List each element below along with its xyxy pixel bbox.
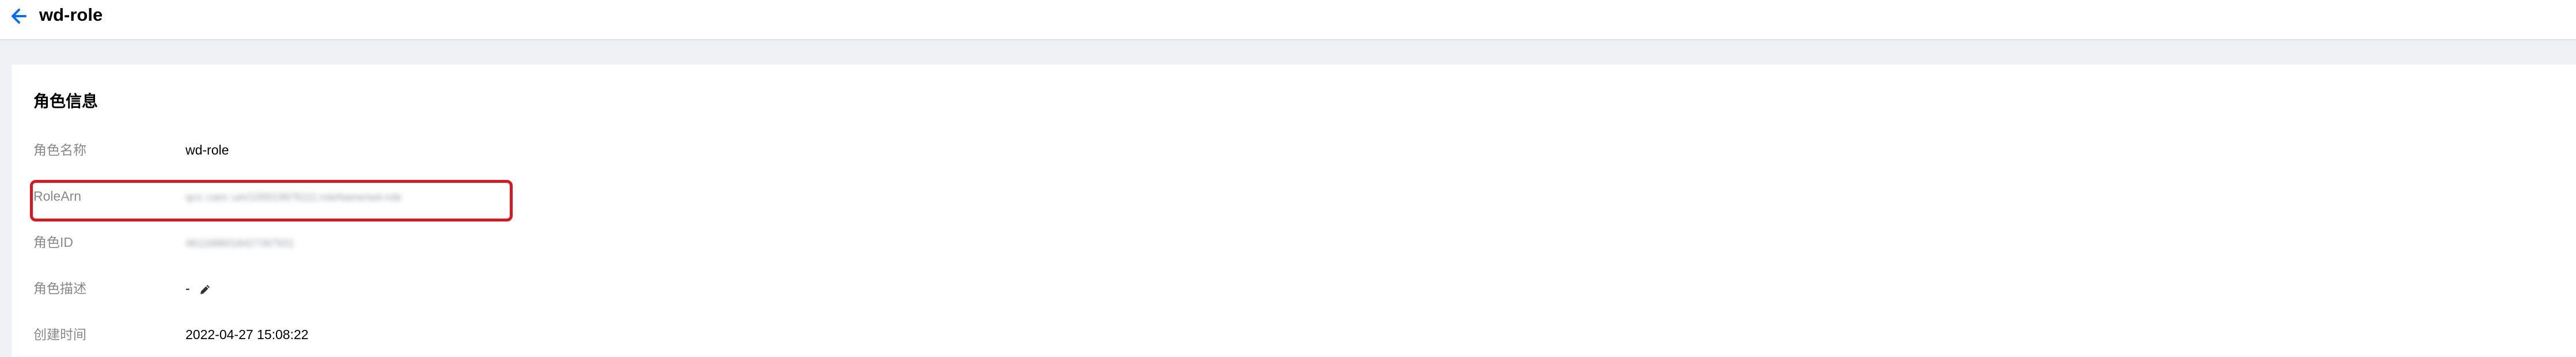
created-time-value: 2022-04-27 15:08:22 [185,327,309,342]
page-header: wd-role [0,0,2576,40]
role-name-label: 角色名称 [33,142,86,157]
section-title: 角色信息 [33,92,99,110]
page-title: wd-role [39,5,103,25]
role-name-value: wd-role [185,142,229,157]
rolearn-label: RoleArn [33,189,82,204]
role-id-label: 角色ID [33,235,73,250]
rolearn-value: qcs::cam::uin/100019976111:roleName/wd-r… [185,191,402,203]
pencil-icon[interactable] [198,283,212,296]
created-time-label: 创建时间 [33,327,86,342]
arrow-left-icon[interactable] [8,5,31,28]
role-description-row: - [185,279,212,298]
role-description-value: - [185,281,190,296]
role-description-label: 角色描述 [33,281,86,296]
role-id-value: 4611686018427397931 [185,238,294,249]
role-info-card: 角色信息 角色名称 wd-role RoleArn qcs::cam::uin/… [12,65,2576,357]
